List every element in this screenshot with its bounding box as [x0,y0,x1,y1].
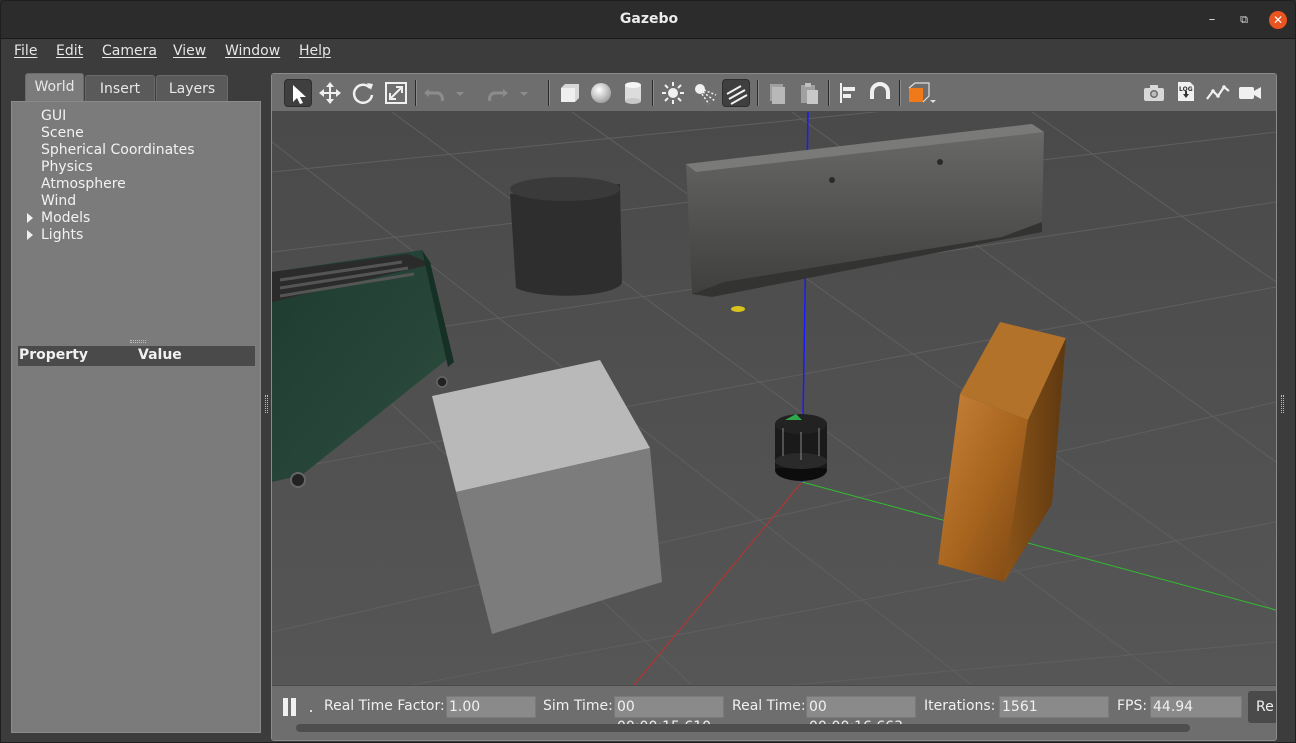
copy-icon[interactable] [763,79,791,107]
record-video-icon[interactable] [1236,79,1264,107]
toolbar-separator [828,80,830,106]
tree-item-atmosphere[interactable]: Atmosphere [41,176,126,192]
cylinder-model[interactable] [510,177,622,296]
toolbar-separator [548,80,550,106]
snap-icon[interactable] [866,79,894,107]
sphere-icon[interactable] [587,79,615,107]
close-icon[interactable]: ✕ [1269,11,1287,29]
menu-edit[interactable]: Edit [56,43,83,59]
toolbar-separator [757,80,759,106]
plot-icon[interactable] [1204,79,1232,107]
panel-splitter-handle[interactable] [130,340,146,343]
tab-world[interactable]: World [25,73,84,102]
view-angle-icon[interactable] [905,79,939,107]
tree-item-physics[interactable]: Physics [41,159,93,175]
turtlebot-model[interactable] [775,414,827,481]
value-column-header: Value [138,347,182,363]
rotate-icon[interactable] [349,79,377,107]
real-time-factor-value: 1.00 [446,696,536,718]
tab-insert[interactable]: Insert [85,75,155,102]
reset-button[interactable]: Re [1248,691,1276,723]
spot-light-icon[interactable] [691,79,719,107]
paste-icon[interactable] [795,79,823,107]
toolbar-separator [899,80,901,106]
tree-item-lights[interactable]: Lights [41,227,83,243]
toolbar-separator [652,80,654,106]
redo-dropdown-icon[interactable] [516,79,532,107]
real-time-label: Real Time: [732,698,806,714]
left-splitter-handle[interactable] [265,395,268,413]
minimize-icon[interactable]: – [1203,11,1221,29]
menu-window[interactable]: Window [225,43,280,59]
horizontal-scrollbar[interactable] [296,724,1190,732]
gazebo-window: Gazebo – ⧉ ✕ File Edit Camera View Windo… [0,0,1296,743]
undo-dropdown-icon[interactable] [452,79,468,107]
fps-value: 44.94 [1150,696,1242,718]
render-viewport: LOG Real Time Factor: 1.00 Sim Time: 00 … [271,73,1277,741]
status-bar: Real Time Factor: 1.00 Sim Time: 00 00:0… [272,685,1276,740]
light-marker [731,306,745,312]
toolbar-separator [415,80,417,106]
title-bar[interactable]: Gazebo – ⧉ ✕ [1,1,1295,39]
directional-light-icon[interactable] [722,79,750,107]
tree-item-models[interactable]: Models [41,210,90,226]
right-splitter-handle[interactable] [1281,395,1284,413]
scale-icon[interactable] [382,79,410,107]
fps-label: FPS: [1117,698,1148,714]
cylinder-icon[interactable] [619,79,647,107]
3d-scene[interactable] [272,112,1276,685]
tree-item-wind[interactable]: Wind [41,193,76,209]
redo-icon[interactable] [484,79,512,107]
step-dot [310,710,312,712]
tree-item-scene[interactable]: Scene [41,125,84,141]
sim-time-value: 00 00:00:15.610 [614,696,724,735]
world-tree-panel: GUI Scene Spherical Coordinates Physics … [11,101,261,733]
toolbar: LOG [272,74,1276,112]
pause-icon[interactable] [282,698,298,716]
real-time-value: 00 00:00:16.663 [806,696,916,735]
point-light-icon[interactable] [659,79,687,107]
expand-arrow-icon[interactable] [27,230,33,240]
tab-layers[interactable]: Layers [156,75,228,102]
align-icon[interactable] [834,79,862,107]
screenshot-icon[interactable] [1140,79,1168,107]
box-icon[interactable] [555,79,583,107]
property-table-header: Property Value [18,346,255,366]
tree-item-gui[interactable]: GUI [41,108,66,124]
menu-help[interactable]: Help [299,43,331,59]
iterations-value: 1561 [999,696,1109,718]
tree-item-spherical-coordinates[interactable]: Spherical Coordinates [41,142,195,158]
window-title: Gazebo [619,11,679,27]
select-icon[interactable] [284,79,312,107]
maximize-icon[interactable]: ⧉ [1235,11,1253,29]
iterations-label: Iterations: [924,698,996,714]
menu-bar: File Edit Camera View Window Help [1,39,1295,65]
property-column-header: Property [19,347,89,363]
log-icon[interactable]: LOG [1172,79,1200,107]
menu-camera[interactable]: Camera [102,43,157,59]
undo-icon[interactable] [420,79,448,107]
menu-file[interactable]: File [14,43,37,59]
menu-view[interactable]: View [173,43,206,59]
translate-icon[interactable] [316,79,344,107]
expand-arrow-icon[interactable] [27,213,33,223]
sim-time-label: Sim Time: [543,698,613,714]
left-panel: World Insert Layers GUI Scene Spherical … [11,73,263,733]
real-time-factor-label: Real Time Factor: [324,698,445,714]
